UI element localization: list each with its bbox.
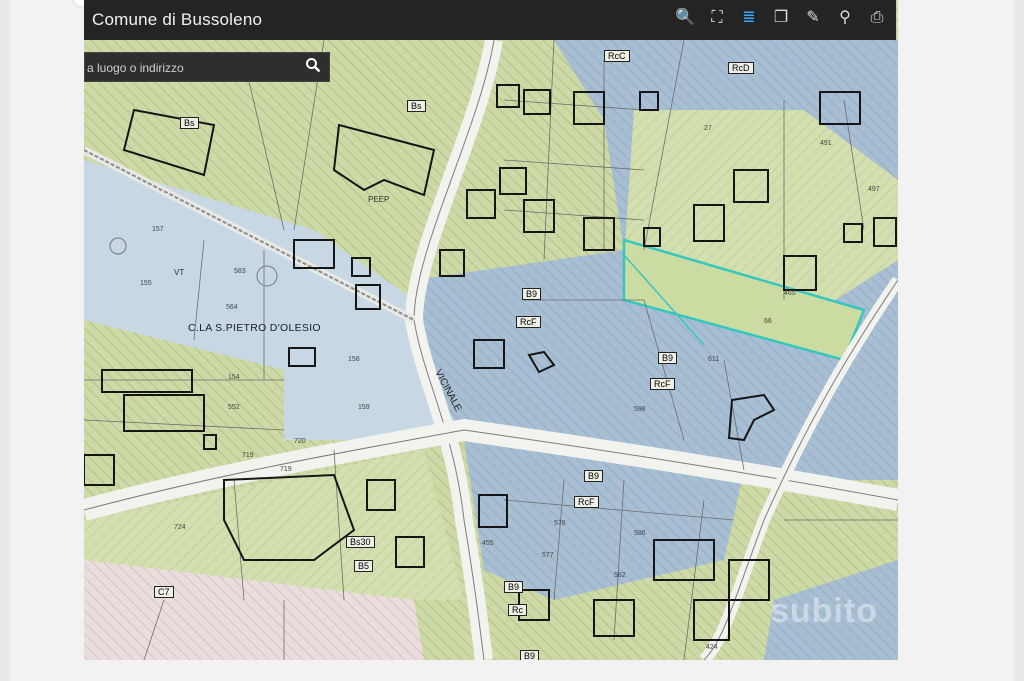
parcel-number: 582	[614, 572, 626, 579]
parcel-number: 155	[140, 280, 152, 287]
parcel-number: 583	[234, 268, 246, 275]
zone-label-b9: B9	[522, 284, 542, 302]
parcel-number: 719	[242, 452, 254, 459]
zone-label-peep: PEEP	[368, 195, 390, 204]
print-icon[interactable]: ⎙	[866, 7, 888, 29]
zone-label-rcf-3: RcF	[574, 492, 599, 510]
parcel-number: 455	[482, 540, 494, 547]
zone-label-bs30: Bs30	[346, 532, 375, 550]
zone-label-bs: Bs	[180, 113, 199, 131]
zone-label-rcd: RcD	[728, 58, 754, 76]
zone-label-rcc: RcC	[604, 46, 630, 64]
measure-icon[interactable]: ⚲	[834, 7, 856, 29]
search-bar	[84, 52, 330, 83]
zone-label-c7: C7	[154, 582, 174, 600]
binoculars-icon[interactable]: ⛶	[706, 7, 728, 29]
layers-icon[interactable]: ≣	[738, 7, 760, 29]
search-input[interactable]	[85, 53, 299, 83]
zone-label-rcf: RcF	[516, 312, 541, 330]
parcel-number: 724	[174, 524, 186, 531]
zone-label-rc: Rc	[508, 600, 527, 618]
search-icon[interactable]	[303, 57, 323, 77]
parcel-number: 424	[706, 644, 718, 651]
copy-icon[interactable]: ❐	[770, 7, 792, 29]
zone-label-rcf-2: RcF	[650, 374, 675, 392]
parcel-number: 159	[358, 404, 370, 411]
parcel-number: 598	[634, 406, 646, 413]
parcel-number: 465	[784, 290, 796, 297]
parcel-number: 27	[704, 125, 712, 132]
toolbar: 🔍 ⛶ ≣ ❐ ✎ ⚲ ⎙	[674, 7, 888, 29]
parcel-number: 611	[708, 356, 720, 363]
parcel-number: 491	[820, 140, 832, 147]
parcel-number: 577	[542, 552, 554, 559]
parcel-number: 720	[294, 438, 306, 445]
parcel-number: 157	[152, 226, 164, 233]
zone-label-b5: B5	[354, 556, 374, 574]
watermark: subito	[770, 592, 878, 630]
eraser-icon[interactable]: ✎	[802, 7, 824, 29]
zoom-icon[interactable]: 🔍	[674, 7, 696, 29]
title-bar: Comune di Bussoleno 🔍 ⛶ ≣ ❐ ✎ ⚲ ⎙	[84, 0, 896, 40]
parcel-number: 552	[228, 404, 240, 411]
parcel-number: 154	[228, 374, 240, 381]
zone-label-b9-2: B9	[658, 348, 678, 366]
app-title: Comune di Bussoleno	[92, 10, 263, 29]
parcel-number: 497	[868, 186, 880, 193]
parcel-number: 66	[764, 318, 772, 325]
parcel-number: 719	[280, 466, 292, 473]
map-canvas[interactable]: C.LA S.PIETRO D'OLESIO VICINALE Bs Bs B9…	[84, 0, 898, 660]
zone-label-bs2: Bs	[407, 96, 426, 114]
parcel-number: 578	[554, 520, 566, 527]
parcel-number: 158	[348, 356, 360, 363]
zone-label-b9-4: B9	[504, 577, 524, 595]
parcel-number: 586	[634, 530, 646, 537]
zone-label-b9-3: B9	[584, 466, 604, 484]
zone-label-b9-5: B9	[520, 646, 540, 660]
street-label-pietro-olesio: C.LA S.PIETRO D'OLESIO	[188, 322, 321, 334]
zone-label-vt: VT	[174, 268, 185, 277]
parcel-number: 564	[226, 304, 238, 311]
